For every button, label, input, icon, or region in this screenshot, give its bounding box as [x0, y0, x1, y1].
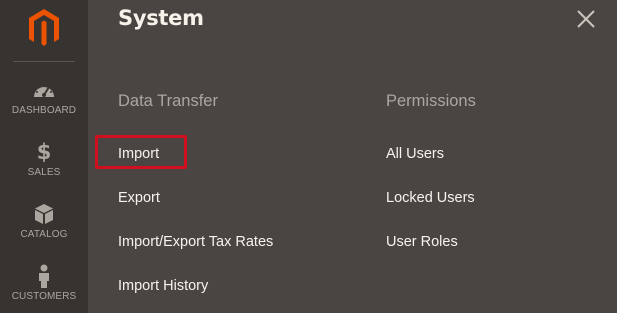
- sidebar-item-dashboard[interactable]: DASHBOARD: [0, 78, 88, 136]
- sidebar-item-sales[interactable]: $ SALES: [0, 140, 88, 198]
- sidebar-item-label: SALES: [27, 167, 61, 178]
- menu-link-all-users[interactable]: All Users: [386, 146, 444, 162]
- menu-link-export[interactable]: Export: [118, 190, 160, 206]
- person-icon: [0, 264, 88, 288]
- menu-link-import-history[interactable]: Import History: [118, 278, 208, 294]
- dollar-icon: $: [36, 140, 52, 164]
- magento-logo-icon[interactable]: [28, 8, 60, 48]
- sidebar-item-catalog[interactable]: CATALOG: [0, 202, 88, 260]
- menu-link-locked-users[interactable]: Locked Users: [386, 190, 475, 206]
- highlight-annotation-box: [95, 135, 187, 169]
- sidebar-item-customers[interactable]: CUSTOMERS: [0, 264, 88, 313]
- sidebar-item-label: CUSTOMERS: [11, 291, 77, 302]
- menu-link-user-roles[interactable]: User Roles: [386, 234, 458, 250]
- panel-title: System: [118, 6, 204, 30]
- sidebar-item-label: DASHBOARD: [11, 105, 77, 116]
- section-title-permissions: Permissions: [386, 92, 476, 110]
- menu-link-import-export-tax-rates[interactable]: Import/Export Tax Rates: [118, 234, 273, 250]
- admin-sidebar: DASHBOARD $ SALES CATALOG CUSTOMERS: [0, 0, 88, 313]
- speedometer-icon: [0, 78, 88, 102]
- close-icon[interactable]: [576, 9, 596, 29]
- sidebar-divider: [13, 61, 75, 62]
- section-title-data-transfer: Data Transfer: [118, 92, 218, 110]
- sidebar-item-label: CATALOG: [20, 229, 68, 240]
- box-icon: [0, 202, 88, 226]
